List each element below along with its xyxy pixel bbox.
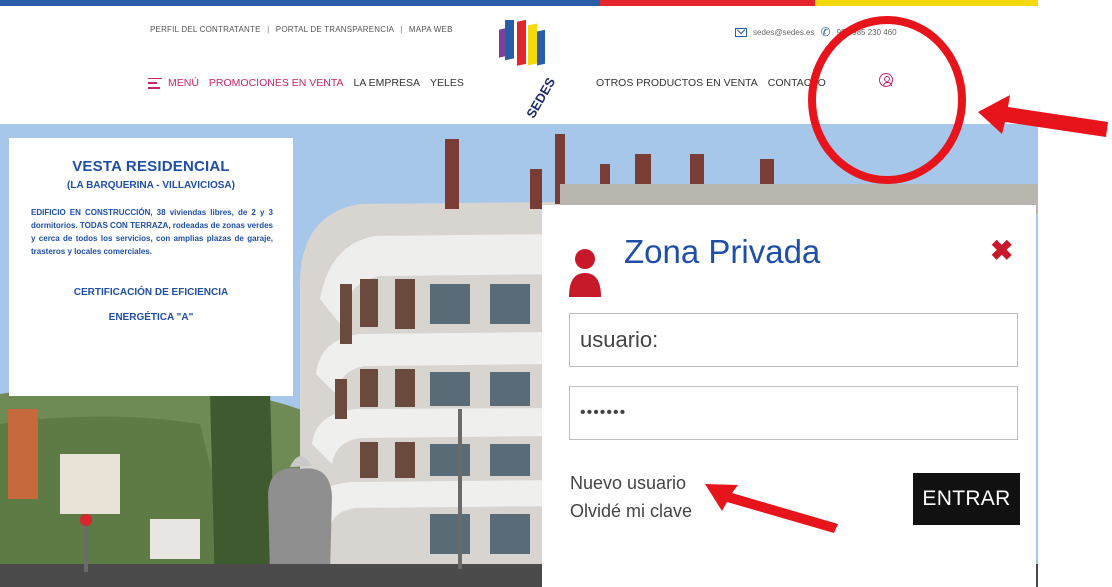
user-silhouette-icon [569, 249, 601, 297]
nav-la-empresa[interactable]: LA EMPRESA [354, 77, 421, 89]
main-nav-left: MENÚ PROMOCIONES EN VENTA LA EMPRESA YEL… [148, 77, 464, 89]
link-portal-transparencia[interactable]: PORTAL DE TRANSPARENCIA [276, 25, 394, 34]
promotion-title: VESTA RESIDENCIAL [72, 158, 230, 175]
promotion-info-card: VESTA RESIDENCIAL (LA BARQUERINA - VILLA… [9, 138, 293, 396]
promotion-description: EDIFICIO EN CONSTRUCCIÓN, 38 viviendas l… [31, 208, 273, 256]
main-nav-right: OTROS PRODUCTOS EN VENTA CONTACTO [596, 77, 826, 89]
enter-button[interactable]: ENTRAR [913, 473, 1020, 525]
password-field[interactable]: ••••••• [569, 386, 1018, 440]
contact-phone[interactable]: 984 985 230 460 [837, 28, 897, 37]
sedes-logo[interactable]: SEDES [497, 20, 555, 120]
logo-text: SEDES [523, 75, 555, 120]
username-field[interactable]: usuario: [569, 313, 1018, 367]
link-separator: | [400, 25, 403, 34]
user-circle-icon[interactable] [879, 73, 893, 87]
nav-menu[interactable]: MENÚ [168, 77, 199, 89]
forgot-password-link[interactable]: Olvidé mi clave [570, 501, 692, 522]
link-separator: | [267, 25, 270, 34]
nav-contacto[interactable]: CONTACTO [768, 77, 826, 89]
modal-title: Zona Privada [624, 233, 821, 270]
cert-line-1: CERTIFICACIÓN DE EFICIENCIA [73, 287, 229, 298]
mail-icon [735, 27, 747, 37]
energy-certification: CERTIFICACIÓN DE EFICIENCIA ENERGÉTICA "… [9, 280, 293, 330]
cert-line-2: ENERGÉTICA "A" [108, 312, 194, 323]
nav-otros-productos[interactable]: OTROS PRODUCTOS EN VENTA [596, 77, 758, 89]
hamburger-menu-icon[interactable] [148, 77, 162, 89]
new-user-link[interactable]: Nuevo usuario [570, 473, 686, 494]
nav-promociones[interactable]: PROMOCIONES EN VENTA [209, 77, 344, 89]
phone-icon: ✆ [820, 25, 831, 39]
link-perfil-contratante[interactable]: PERFIL DEL CONTRATANTE [150, 25, 261, 34]
private-zone-login-modal: Zona Privada ✖ usuario: ••••••• Nuevo us… [542, 205, 1036, 587]
promotion-location: (LA BARQUERINA - VILLAVICIOSA) [67, 180, 235, 191]
nav-yeles[interactable]: YELES [430, 77, 464, 89]
contact-email[interactable]: sedes@sedes.es [753, 28, 815, 37]
top-links: PERFIL DEL CONTRATANTE | PORTAL DE TRANS… [150, 25, 453, 34]
close-x-icon[interactable]: ✖ [990, 237, 1013, 265]
site-header: PERFIL DEL CONTRATANTE | PORTAL DE TRANS… [0, 6, 1038, 124]
contact-bar: sedes@sedes.es ✆ 984 985 230 460 [735, 26, 897, 38]
link-mapa-web[interactable]: MAPA WEB [409, 25, 453, 34]
